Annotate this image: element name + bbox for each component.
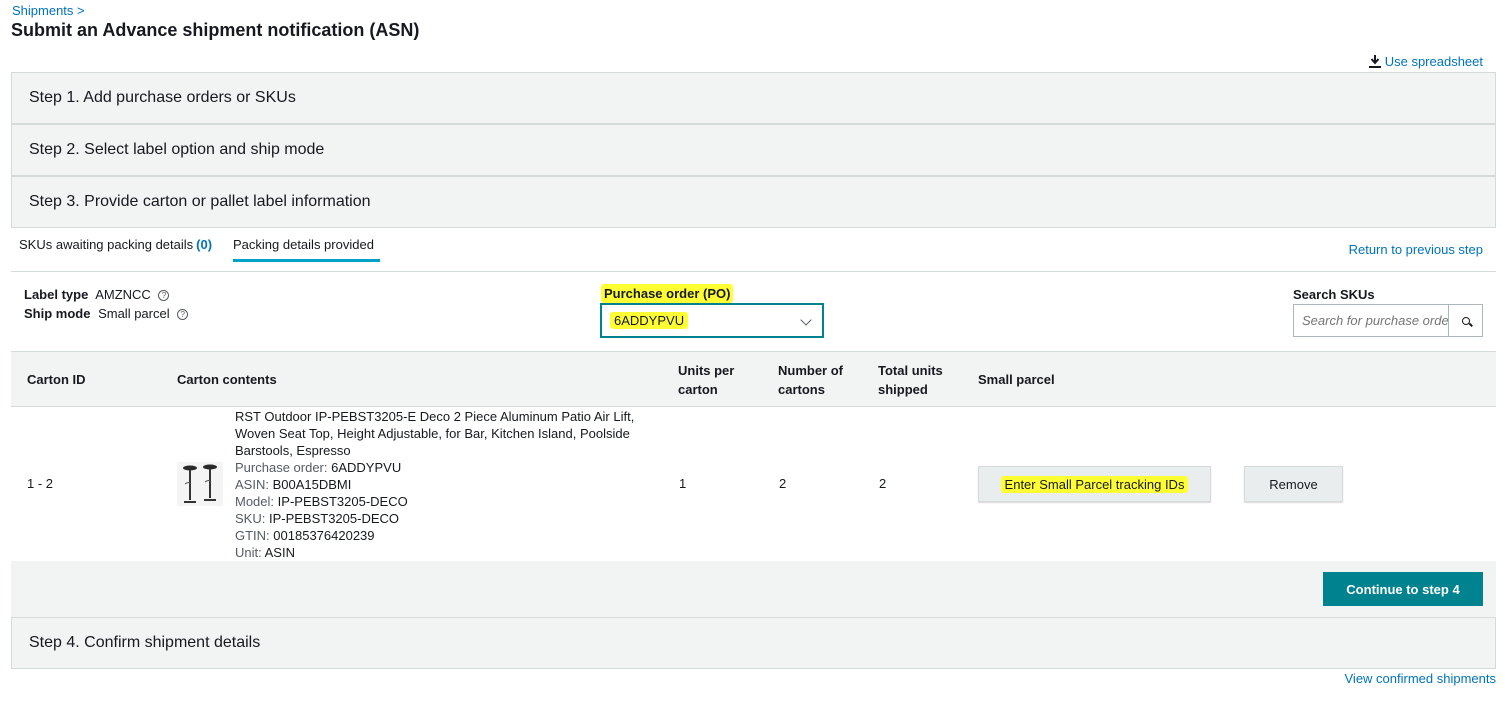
search-skus-input[interactable]: [1294, 305, 1449, 336]
product-po-value: 6ADDYPVU: [331, 460, 402, 475]
step-3-header[interactable]: Step 3. Provide carton or pallet label i…: [11, 176, 1496, 228]
label-type: Label type AMZNCC ?: [24, 287, 170, 302]
product-gtin-value: 00185376420239: [273, 528, 375, 543]
product-title-line: Barstools, Espresso: [235, 443, 351, 458]
breadcrumb[interactable]: Shipments >: [12, 3, 85, 18]
product-sku-value: IP-PEBST3205-DECO: [268, 511, 400, 526]
tab-awaiting-label: SKUs awaiting packing details: [19, 237, 194, 252]
step-1-header[interactable]: Step 1. Add purchase orders or SKUs: [11, 72, 1496, 124]
ship-mode-value: Small parcel: [98, 306, 170, 321]
enter-tracking-ids-label: Enter Small Parcel tracking IDs: [1000, 475, 1189, 493]
product-po-label: Purchase order:: [235, 460, 328, 475]
col-number-of-cartons: Number of cartons: [778, 361, 843, 399]
ship-mode-label: Ship mode: [24, 306, 91, 321]
product-unit: Unit: ASIN: [235, 544, 655, 561]
number-of-cartons-cell: 2: [779, 476, 787, 491]
search-button[interactable]: [1449, 305, 1482, 336]
product-title-line: RST Outdoor IP-PEBST3205-E Deco 2 Piece …: [235, 409, 635, 424]
step-3-footer: [11, 561, 1496, 617]
col-total-units-line1: Total units: [878, 363, 943, 378]
product-asin-value: B00A15DBMI: [272, 477, 352, 492]
help-icon[interactable]: ?: [158, 290, 170, 302]
table-header: Carton ID Carton contents Units per cart…: [11, 351, 1496, 407]
enter-tracking-ids-button[interactable]: Enter Small Parcel tracking IDs: [978, 466, 1211, 502]
tab-skus-awaiting[interactable]: SKUs awaiting packing details (0): [19, 237, 212, 259]
col-number-of-cartons-line1: Number of: [778, 363, 843, 378]
product-model-value: IP-PEBST3205-DECO: [277, 494, 408, 509]
continue-to-step-4-button[interactable]: Continue to step 4: [1323, 572, 1483, 606]
packing-tabs: SKUs awaiting packing details (0) Packing…: [11, 228, 1496, 272]
purchase-order-label: Purchase order (PO): [601, 284, 734, 303]
product-asin-label: ASIN:: [235, 477, 269, 492]
chevron-down-icon: [800, 314, 812, 326]
purchase-order-select[interactable]: 6ADDYPVU: [600, 303, 824, 338]
remove-button[interactable]: Remove: [1244, 466, 1343, 502]
units-per-carton-cell: 1: [679, 476, 687, 491]
page-title: Submit an Advance shipment notification …: [11, 20, 420, 40]
product-model: Model: IP-PEBST3205-DECO: [235, 493, 655, 510]
use-spreadsheet-link[interactable]: Use spreadsheet: [1368, 54, 1483, 69]
product-po: Purchase order: 6ADDYPVU: [235, 459, 655, 476]
product-sku-label: SKU:: [235, 511, 266, 526]
use-spreadsheet-label: Use spreadsheet: [1384, 54, 1483, 69]
product-unit-value: ASIN: [264, 545, 295, 560]
col-small-parcel: Small parcel: [978, 372, 1055, 387]
col-units-per-carton-line1: Units per: [678, 363, 735, 378]
label-type-value: AMZNCC: [95, 287, 151, 302]
product-title-line: Woven Seat Top, Height Adjustable, for B…: [235, 426, 630, 441]
ship-mode: Ship mode Small parcel ?: [24, 306, 189, 321]
purchase-order-value: 6ADDYPVU: [610, 312, 689, 329]
step-2-header[interactable]: Step 2. Select label option and ship mod…: [11, 124, 1496, 176]
col-total-units-line2: shipped: [878, 382, 928, 397]
label-type-label: Label type: [24, 287, 89, 302]
product-sku: SKU: IP-PEBST3205-DECO: [235, 510, 655, 527]
step-4-header[interactable]: Step 4. Confirm shipment details: [11, 617, 1496, 669]
tab-awaiting-count: (0): [196, 237, 213, 252]
col-total-units: Total units shipped: [878, 361, 943, 399]
product-asin: ASIN: B00A15DBMI: [235, 476, 655, 493]
product-unit-label: Unit:: [235, 545, 262, 560]
tab-packing-provided[interactable]: Packing details provided: [233, 237, 380, 262]
return-to-previous-step-link[interactable]: Return to previous step: [1349, 242, 1483, 257]
col-carton-id: Carton ID: [27, 372, 86, 387]
download-icon: [1368, 55, 1381, 68]
help-icon[interactable]: ?: [177, 309, 189, 321]
col-number-of-cartons-line2: cartons: [778, 382, 825, 397]
view-confirmed-shipments-link[interactable]: View confirmed shipments: [1345, 671, 1497, 686]
product-model-label: Model:: [235, 494, 275, 509]
product-image: [177, 462, 223, 506]
col-units-per-carton: Units per carton: [678, 361, 734, 399]
product-gtin: GTIN: 00185376420239: [235, 527, 655, 544]
carton-contents-cell: RST Outdoor IP-PEBST3205-E Deco 2 Piece …: [235, 408, 655, 561]
carton-id-cell: 1 - 2: [27, 476, 54, 491]
total-units-cell: 2: [879, 476, 887, 491]
col-carton-contents: Carton contents: [177, 372, 277, 387]
col-units-per-carton-line2: carton: [678, 382, 718, 397]
search-skus-box: [1293, 304, 1483, 337]
search-skus-label: Search SKUs: [1293, 287, 1375, 302]
search-icon: [1461, 316, 1470, 325]
product-gtin-label: GTIN:: [235, 528, 270, 543]
